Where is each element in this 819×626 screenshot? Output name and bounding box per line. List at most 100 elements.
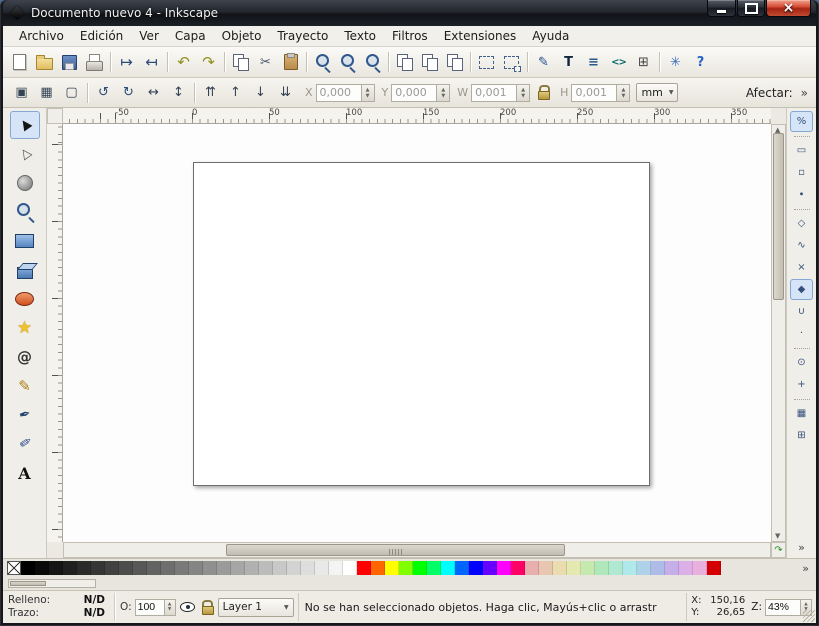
menu-capa[interactable]: Capa	[167, 27, 214, 45]
x-input[interactable]	[316, 84, 362, 102]
deselect-icon[interactable]: ▢	[59, 80, 84, 105]
snap-page-border-icon[interactable]: ▦	[790, 403, 813, 424]
vertical-ruler[interactable]	[47, 124, 63, 542]
width-spinner[interactable]	[517, 84, 530, 102]
palette-swatch[interactable]	[175, 561, 189, 575]
scroll-corner-arrow-icon[interactable]: ↷	[771, 542, 786, 558]
snap-bbox-corners-icon[interactable]: ∙	[790, 184, 813, 205]
tweak-tool[interactable]	[10, 169, 40, 197]
toolbar-overflow-chevron[interactable]: »	[801, 86, 808, 100]
palette-swatch[interactable]	[371, 561, 385, 575]
snap-midpoints-icon[interactable]: ·	[790, 323, 813, 344]
zoom-drawing-icon[interactable]	[335, 50, 360, 75]
flip-vertical-icon[interactable]: ↕	[166, 80, 191, 105]
palette-swatch[interactable]	[693, 561, 707, 575]
palette-swatch[interactable]	[35, 561, 49, 575]
select-all-icon[interactable]: ▣	[9, 80, 34, 105]
menu-trayecto[interactable]: Trayecto	[269, 27, 336, 45]
palette-swatch[interactable]	[455, 561, 469, 575]
palette-none-swatch[interactable]	[7, 561, 21, 575]
help-icon[interactable]: ?	[688, 50, 713, 75]
align-dialog-icon[interactable]: ⊞	[631, 50, 656, 75]
import-icon[interactable]: ↦	[114, 50, 139, 75]
pencil-tool[interactable]: ✎	[10, 372, 40, 400]
snap-centers-icon[interactable]: ⊙	[790, 352, 813, 373]
palette-swatch[interactable]	[217, 561, 231, 575]
lock-ratio-icon[interactable]	[535, 83, 553, 103]
zoom-tool[interactable]	[10, 198, 40, 226]
bezier-tool[interactable]: ✒	[10, 401, 40, 429]
palette-swatch[interactable]	[49, 561, 63, 575]
xml-editor-icon[interactable]: <>	[606, 50, 631, 75]
palette-swatch[interactable]	[441, 561, 455, 575]
node-tool[interactable]: ▷	[10, 140, 40, 168]
height-input[interactable]	[571, 84, 617, 102]
palette-swatch[interactable]	[287, 561, 301, 575]
close-button[interactable]	[766, 0, 811, 17]
palette-swatch[interactable]	[63, 561, 77, 575]
units-dropdown[interactable]: mm	[636, 83, 678, 102]
palette-swatch[interactable]	[511, 561, 525, 575]
palette-scrollbar-thumb[interactable]	[10, 581, 46, 586]
menu-ayuda[interactable]: Ayuda	[524, 27, 577, 45]
palette-swatch[interactable]	[637, 561, 651, 575]
width-input[interactable]	[471, 84, 517, 102]
palette-swatch[interactable]	[315, 561, 329, 575]
palette-swatch[interactable]	[105, 561, 119, 575]
select-all-layers-icon[interactable]: ▦	[34, 80, 59, 105]
zoom-input[interactable]	[765, 599, 801, 616]
paste-icon[interactable]	[278, 50, 303, 75]
copy-icon[interactable]	[228, 50, 253, 75]
snap-intersections-icon[interactable]: ×	[790, 257, 813, 278]
box3d-tool[interactable]	[10, 256, 40, 284]
palette-swatch[interactable]	[203, 561, 217, 575]
fill-stroke-dialog-icon[interactable]: ✎	[531, 50, 556, 75]
raise-icon[interactable]: ↑	[223, 80, 248, 105]
snap-nodes-icon[interactable]: ◇	[790, 213, 813, 234]
palette-swatch[interactable]	[119, 561, 133, 575]
raise-to-top-icon[interactable]: ⇈	[198, 80, 223, 105]
palette-swatch[interactable]	[665, 561, 679, 575]
palette-swatch[interactable]	[133, 561, 147, 575]
snap-paths-icon[interactable]: ∿	[790, 235, 813, 256]
horizontal-scrollbar-thumb[interactable]	[226, 544, 565, 556]
maximize-button[interactable]	[737, 0, 765, 17]
fill-stroke-indicator[interactable]: Relleno: N/D Trazo: N/D	[3, 591, 111, 623]
snap-grid-icon[interactable]: ⊞	[790, 425, 813, 446]
unlink-clone-icon[interactable]	[442, 50, 467, 75]
palette-swatch[interactable]	[329, 561, 343, 575]
palette-swatch[interactable]	[679, 561, 693, 575]
snap-smooth-nodes-icon[interactable]: ∪	[790, 301, 813, 322]
lower-to-bottom-icon[interactable]: ⇊	[273, 80, 298, 105]
preferences-icon[interactable]: ✳	[663, 50, 688, 75]
palette-swatch[interactable]	[147, 561, 161, 575]
ungroup-icon[interactable]	[499, 50, 524, 75]
palette-swatch[interactable]	[581, 561, 595, 575]
palette-swatch[interactable]	[231, 561, 245, 575]
menu-texto[interactable]: Texto	[336, 27, 384, 45]
palette-swatch[interactable]	[385, 561, 399, 575]
palette-swatch[interactable]	[21, 561, 35, 575]
height-spinner[interactable]	[617, 84, 630, 102]
palette-swatch[interactable]	[623, 561, 637, 575]
ellipse-tool[interactable]	[10, 285, 40, 313]
minimize-button[interactable]	[707, 0, 736, 17]
palette-swatch[interactable]	[357, 561, 371, 575]
text-dialog-icon[interactable]: T	[556, 50, 581, 75]
zoom-selection-icon[interactable]	[310, 50, 335, 75]
palette-swatch[interactable]	[161, 561, 175, 575]
calligraphy-tool[interactable]: ✐	[10, 430, 40, 458]
print-icon[interactable]	[82, 50, 107, 75]
duplicate-icon[interactable]	[392, 50, 417, 75]
snap-bbox-edges-icon[interactable]: ▫	[790, 162, 813, 183]
palette-swatch[interactable]	[413, 561, 427, 575]
palette-swatch[interactable]	[497, 561, 511, 575]
titlebar[interactable]: Documento nuevo 4 - Inkscape	[3, 0, 816, 26]
palette-swatch[interactable]	[595, 561, 609, 575]
palette-swatch[interactable]	[567, 561, 581, 575]
save-document-icon[interactable]	[57, 50, 82, 75]
opacity-input[interactable]	[135, 599, 165, 616]
palette-swatch[interactable]	[651, 561, 665, 575]
text-tool[interactable]: A	[10, 459, 40, 487]
horizontal-scrollbar[interactable]	[63, 542, 771, 558]
